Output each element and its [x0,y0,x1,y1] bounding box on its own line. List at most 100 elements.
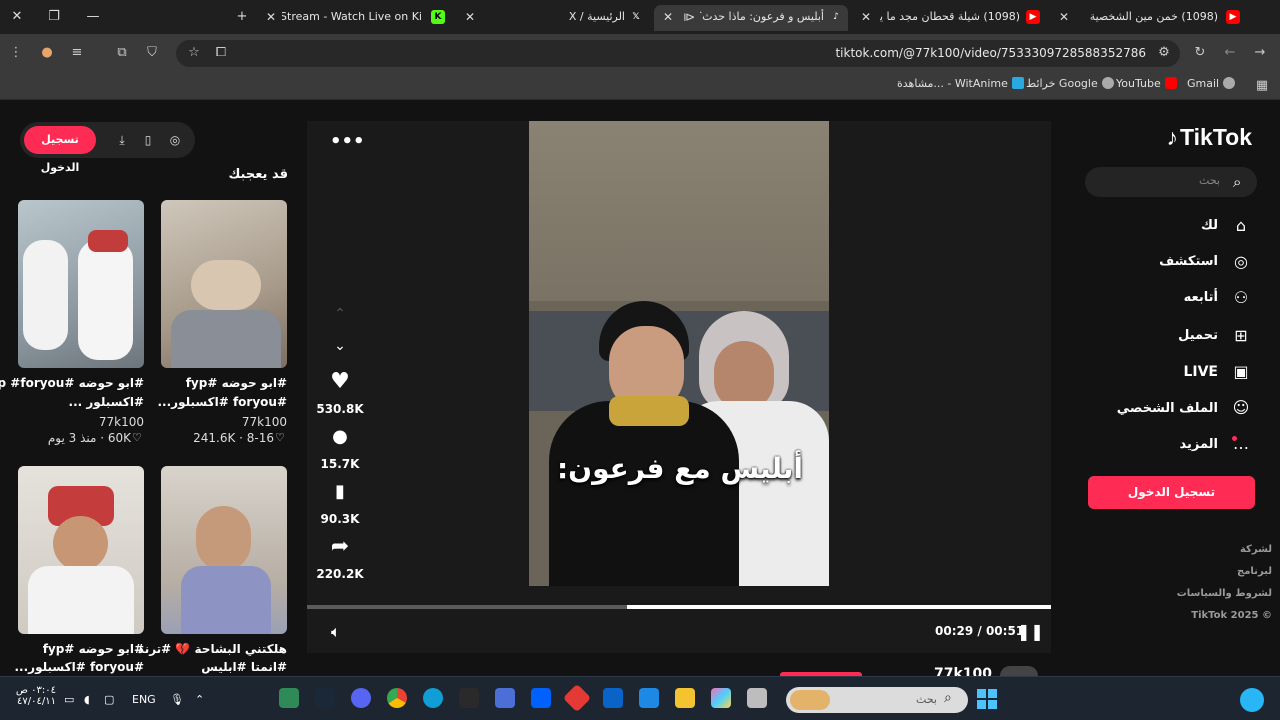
tab-close-icon[interactable]: ✕ [263,9,279,25]
more-options-icon[interactable]: ••• [330,131,365,152]
recommend-thumb-1[interactable] [161,200,287,368]
epic-games-icon[interactable] [459,688,479,708]
tab-x[interactable]: الرئيسية / X [560,5,625,31]
reload-icon[interactable]: ↻ [1191,44,1209,62]
home-icon[interactable]: ⌂ [1230,215,1252,237]
recommend-caption-3[interactable]: هلكتني البشاحة 💔 #ترند [138,642,287,656]
tab-kick[interactable]: Nxv7 Stream - Watch Live on Ki [282,5,422,31]
close-window-icon[interactable]: ✕ [6,6,28,28]
app-icon[interactable] [495,688,515,708]
video-progress-bar[interactable] [307,605,1051,609]
search-input[interactable] [1085,167,1257,197]
recommend-author-1[interactable]: 77k100 [242,415,287,429]
bookmark-witanime[interactable]: مشاهدة... - WitAnime [897,77,1024,90]
discord-icon[interactable] [351,688,371,708]
recommend-caption-4b[interactable]: #foryou #اكسبلور... [14,660,144,674]
tab-youtube-1[interactable]: (1098) شيلة قحطان مجد ما يزول [880,5,1020,31]
recommend-author-2[interactable]: 77k100 [99,415,144,429]
tab-close-icon[interactable]: ✕ [660,9,676,25]
comment-icon[interactable]: ● [326,423,354,451]
dropbox-icon[interactable] [531,688,551,708]
download-icon[interactable]: ⤓ [114,132,130,148]
footer-program[interactable]: لبرنامج [1237,566,1272,577]
recommend-caption-1[interactable]: #ابو حوضه #fyp [186,376,287,390]
all-bookmarks-icon[interactable]: ▦ [1253,77,1271,95]
nav-for-you[interactable]: لك [1201,218,1218,233]
start-button[interactable] [977,689,997,709]
sidebar-login-button[interactable]: تسجيل الدخول [1088,476,1255,509]
recommend-thumb-4[interactable] [18,466,144,634]
tiktok-logo[interactable]: ♪TikTok [1167,124,1253,151]
steam-icon[interactable] [315,688,335,708]
share-icon[interactable]: ➦ [326,533,354,561]
nav-explore[interactable]: استكشف [1159,254,1218,269]
speaker-icon[interactable]: ◖ [84,693,90,706]
tray-chevron-icon[interactable]: ⌃ [195,693,204,706]
recommend-caption-1b[interactable]: #foryou #اكسبلور... [157,395,287,409]
bookmark-star-icon[interactable]: ☆ [185,44,203,62]
tab-youtube-2[interactable]: (1098) خمن مين الشخصية [1078,5,1218,31]
edge-icon[interactable] [423,688,443,708]
compass-icon[interactable]: ◎ [1230,251,1252,273]
extensions-icon[interactable]: ⧉ [113,44,131,62]
app-icon[interactable] [279,688,299,708]
reading-list-icon[interactable]: ≡ [68,44,86,62]
nav-following[interactable]: أتابعه [1184,290,1218,305]
app-icon[interactable] [747,688,767,708]
recommend-thumb-2[interactable] [18,200,144,368]
language-indicator[interactable]: ENG [132,693,156,706]
previous-video-icon[interactable]: ⌃ [326,300,354,328]
heart-icon[interactable]: ♥ [326,368,354,396]
back-icon[interactable]: → [1251,44,1269,62]
nav-upload[interactable]: تحميل [1178,328,1218,343]
bookmark-icon[interactable]: ▮ [326,478,354,506]
tab-close-icon[interactable]: ✕ [858,9,874,25]
battery-icon[interactable]: ▭ [64,693,74,706]
video-frame[interactable] [529,121,829,586]
nav-live[interactable]: LIVE [1183,364,1218,380]
next-video-icon[interactable]: ⌄ [326,332,354,360]
top-login-button[interactable]: تسجيل الدخول [24,126,96,174]
minimize-window-icon[interactable]: — [82,6,104,28]
tab-close-icon[interactable]: ✕ [462,9,478,25]
video-author[interactable]: 77k100 [934,666,992,676]
volume-icon[interactable]: 🔈︎ [331,622,341,642]
media-playing-icon[interactable]: ⧐ [681,9,697,25]
profile-icon[interactable]: ☺ [1230,397,1252,419]
display-icon[interactable]: ▢ [104,693,114,706]
mobile-icon[interactable]: ▯ [140,132,156,148]
bookmark-gmail[interactable]: Gmail [1187,77,1236,90]
copilot-icon[interactable] [711,688,731,708]
coin-icon[interactable]: ◎ [167,132,183,148]
shield-icon[interactable]: ⛉ [143,44,161,62]
outlook-icon[interactable] [603,688,623,708]
chrome-icon[interactable] [387,688,407,708]
tab-close-icon[interactable]: ✕ [1056,9,1072,25]
recommend-caption-2[interactable]: #ابو حوضه #fyp #foryou [0,376,144,390]
menu-dots-icon[interactable]: ⋮ [7,44,25,62]
profile-avatar-icon[interactable]: ● [38,44,56,62]
recommend-caption-2b[interactable]: #اكسبلور ... [69,395,144,409]
recommend-caption-3b[interactable]: #انمتا #ابليس [201,660,287,674]
install-app-icon[interactable]: ⧠ [212,44,230,62]
author-avatar[interactable] [1000,666,1038,676]
recommend-caption-4[interactable]: #ابو حوضه #fyp [43,642,144,656]
recommend-thumb-3[interactable] [161,466,287,634]
store-icon[interactable] [639,688,659,708]
live-icon[interactable]: ▣ [1230,361,1252,383]
weather-icon[interactable] [1240,688,1264,712]
microphone-icon[interactable]: 🎙︎ [170,693,184,706]
following-icon[interactable]: ⚇ [1230,287,1252,309]
search-icon[interactable]: ⌕ [1233,173,1241,191]
footer-company[interactable]: لشركة [1240,544,1272,555]
restore-window-icon[interactable]: ❐ [43,6,65,28]
clock[interactable]: ٠٣:٠٤ ص ٤٧/٠٤/١١ [14,685,56,707]
file-explorer-icon[interactable] [675,688,695,708]
bookmark-youtube[interactable]: YouTube [1116,77,1177,90]
nav-more[interactable]: المزيد [1179,437,1218,452]
nav-profile[interactable]: الملف الشخصي [1117,401,1218,416]
pause-icon[interactable]: ❚❚ [1017,622,1044,641]
bookmark-maps[interactable]: خرائط Google [1026,77,1114,90]
forward-icon[interactable]: ← [1221,44,1239,62]
site-settings-icon[interactable]: ⚙ [1155,44,1173,62]
